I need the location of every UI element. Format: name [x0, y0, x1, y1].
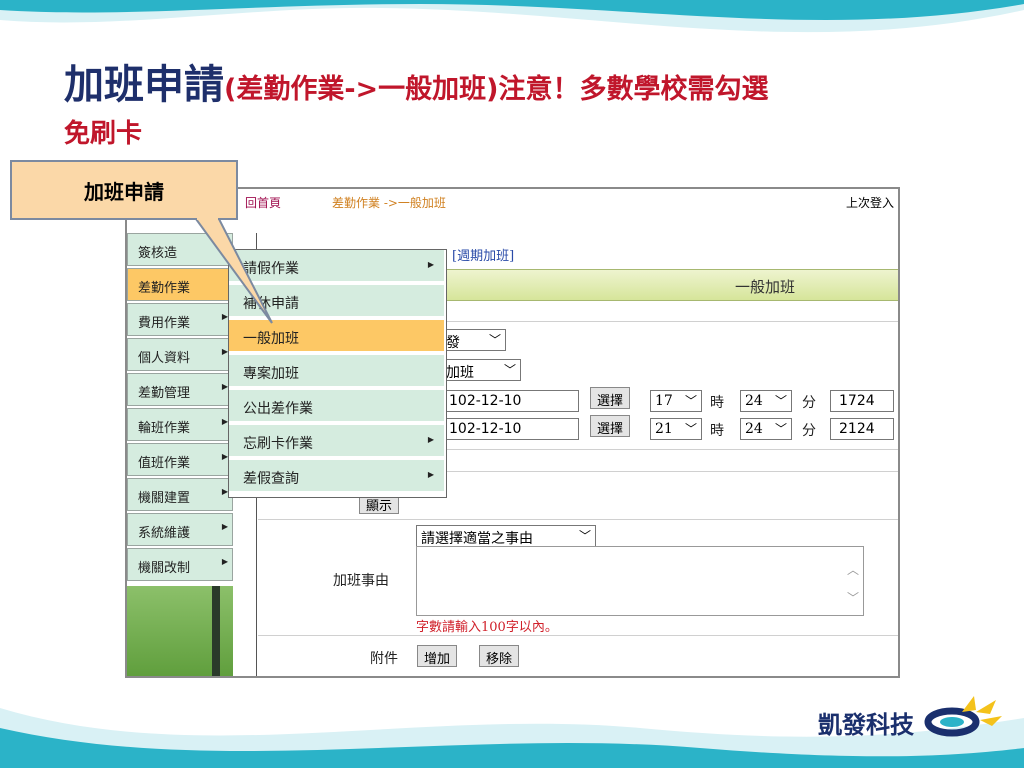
end-time-code[interactable]: 2124 [830, 418, 894, 440]
reason-select[interactable]: 請選擇適當之事由 ﹀ [416, 525, 596, 547]
start-date-input[interactable]: 102-12-10 [440, 390, 579, 412]
sidebar-item-expenses[interactable]: 費用作業 ▶ [127, 303, 233, 336]
sidebar-item-attendance[interactable]: 差勤作業 [127, 268, 233, 301]
menu-item-missed-punch[interactable]: 忘刷卡作業 ▶ [229, 425, 444, 458]
sidebar-item-attendance-mgmt[interactable]: 差勤管理 ▶ [127, 373, 233, 406]
start-min-select[interactable]: 24 ﹀ [740, 390, 792, 412]
sidebar-item-org-change[interactable]: 機關改制 ▶ [127, 548, 233, 581]
menu-item-leave[interactable]: 請假作業 ▶ [229, 250, 444, 283]
menu-item-comp-leave[interactable]: 補休申請 [229, 285, 444, 318]
divider [427, 321, 898, 322]
sidebar-item-org-setup[interactable]: 機關建置 ▶ [127, 478, 233, 511]
sidebar-item-shift[interactable]: 輪班作業 ▶ [127, 408, 233, 441]
divider [258, 635, 898, 636]
end-hour-select[interactable]: 21 ﹀ [650, 418, 702, 440]
chevron-down-icon: ﹀ [774, 422, 787, 436]
last-login-label: 上次登入 [845, 196, 894, 210]
period-overtime-link[interactable]: [週期加班] [452, 249, 514, 264]
chevron-down-icon: ﹀ [684, 394, 697, 408]
chevron-down-icon: ﹀ [774, 394, 787, 408]
brand-name: 凱發科技 [818, 711, 914, 739]
start-choose-button[interactable]: 選擇 [590, 387, 631, 409]
reason-label: 加班事由 [333, 573, 389, 589]
divider [258, 519, 898, 520]
slide-title-sub: (差勤作業->一般加班)注意！多數學校需勾選 [224, 74, 769, 105]
chevron-down-icon: ﹀ [488, 333, 501, 347]
chevron-right-icon: ▶ [427, 260, 434, 269]
sidebar: 簽核造 差勤作業 費用作業 ▶ 個人資料 ▶ 差勤管理 ▶ 輪班作業 ▶ 值班作業 ▶ 機… [127, 233, 233, 583]
top-wave-decoration [0, 0, 1024, 33]
home-link[interactable]: 回首頁 [245, 194, 281, 211]
scroll-down-icon[interactable]: ﹀ [847, 589, 859, 606]
menu-item-project-overtime[interactable]: 專案加班 [229, 355, 444, 388]
link-row: [週期加班] [452, 245, 514, 264]
reason-textarea[interactable]: ︿ ﹀ [416, 546, 864, 616]
start-hour-select[interactable]: 17 ﹀ [650, 390, 702, 412]
add-attachment-button[interactable]: 增加 [417, 645, 458, 667]
attachment-label: 附件 [370, 651, 398, 667]
sidebar-item-approval[interactable]: 簽核造 [127, 233, 233, 266]
chevron-down-icon: ﹀ [503, 363, 516, 377]
callout-box: 加班申請 [10, 160, 238, 220]
app-topbar: 回首頁 差勤作業 ->一般加班 上次登入 [127, 189, 898, 219]
chevron-right-icon: ▶ [221, 557, 228, 566]
end-choose-button[interactable]: 選擇 [590, 415, 631, 437]
sidebar-decoration-post [212, 586, 220, 676]
reason-hint: 字數請輸入100字以內。 [416, 620, 558, 635]
section-title: 一般加班 [735, 278, 796, 296]
slide-title-line2: 免刷卡 [64, 119, 143, 149]
brand-logo-icon [924, 696, 1002, 737]
chevron-right-icon: ▶ [427, 470, 434, 479]
chevron-right-icon: ▶ [427, 435, 434, 444]
menu-item-leave-query[interactable]: 差假查詢 ▶ [229, 460, 444, 493]
attendance-submenu: 請假作業 ▶ 補休申請 一般加班 專案加班 公出差作業 忘刷卡作業 ▶ 差假查詢 ▶ [228, 249, 447, 498]
remove-attachment-button[interactable]: 移除 [479, 645, 520, 667]
sidebar-item-personal[interactable]: 個人資料 ▶ [127, 338, 233, 371]
breadcrumb: 差勤作業 ->一般加班 [332, 196, 446, 210]
sidebar-item-duty[interactable]: 值班作業 ▶ [127, 443, 233, 476]
chevron-down-icon: ﹀ [684, 422, 697, 436]
menu-item-business-trip[interactable]: 公出差作業 [229, 390, 444, 423]
slide-title: 加班申請(差勤作業->一般加班)注意！多數學校需勾選 [64, 52, 994, 110]
minute-label: 分 [802, 395, 816, 411]
slide-title-main: 加班申請 [64, 62, 224, 108]
chevron-down-icon: ﹀ [578, 529, 591, 543]
scroll-up-icon[interactable]: ︿ [847, 561, 859, 578]
end-min-select[interactable]: 24 ﹀ [740, 418, 792, 440]
menu-item-general-overtime[interactable]: 一般加班 [229, 320, 444, 353]
sidebar-item-system[interactable]: 系統維護 ▶ [127, 513, 233, 546]
hour-label: 時 [710, 395, 724, 411]
minute-label: 分 [802, 423, 816, 439]
hour-label: 時 [710, 423, 724, 439]
end-date-input[interactable]: 102-12-10 [440, 418, 579, 440]
start-time-code[interactable]: 1724 [830, 390, 894, 412]
chevron-right-icon: ▶ [221, 522, 228, 531]
section-header: 一般加班 [427, 269, 898, 301]
